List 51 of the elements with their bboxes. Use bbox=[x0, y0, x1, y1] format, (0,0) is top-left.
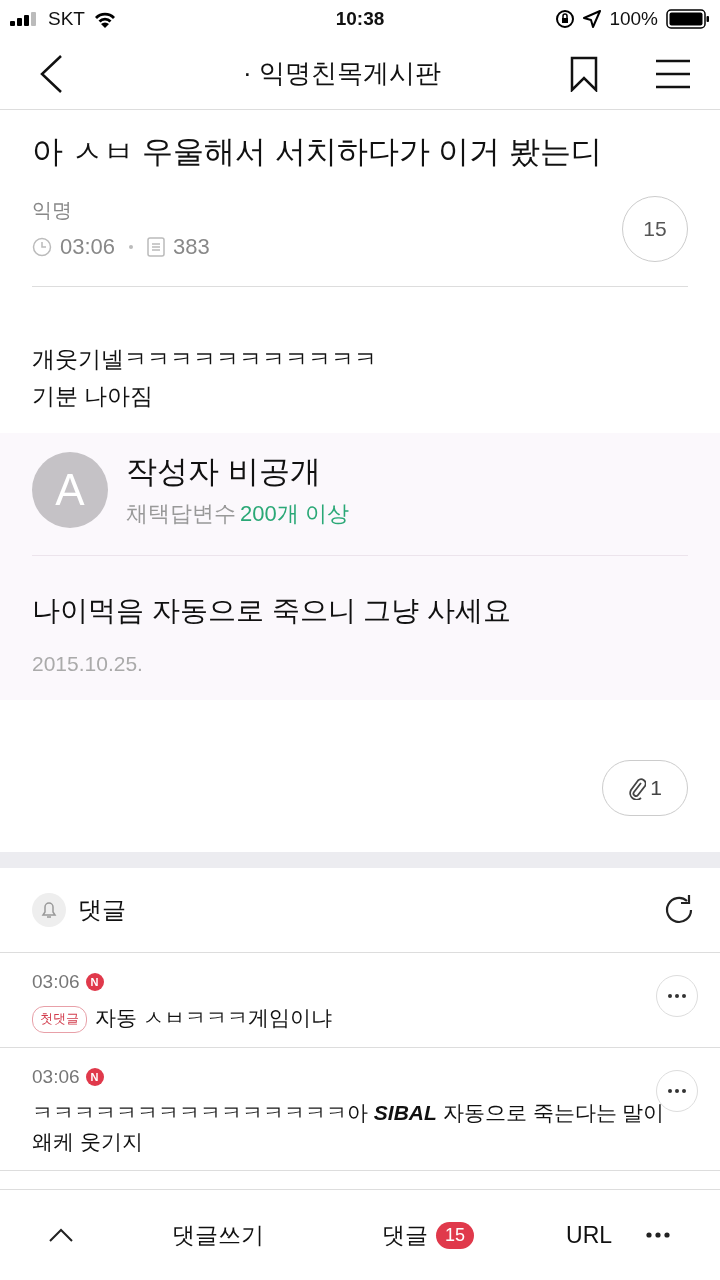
carrier-name: SKT bbox=[48, 8, 85, 30]
new-badge: N bbox=[85, 973, 104, 991]
body-text: 기분 나아짐 bbox=[32, 382, 155, 412]
board-title: · 익명친목게시판 bbox=[242, 57, 442, 90]
body-text: 개웃기넬ㅋㅋㅋㅋㅋㅋㅋㅋㅋㅋㅋ bbox=[32, 345, 378, 375]
author-name: 익명 bbox=[32, 198, 73, 224]
write-comment-button[interactable]: 댓글쓰기 bbox=[172, 1219, 264, 1251]
scroll-top-button[interactable] bbox=[48, 1227, 74, 1243]
new-badge: N bbox=[85, 1067, 104, 1086]
post-time: 03:06 bbox=[60, 234, 116, 261]
more-button[interactable] bbox=[646, 1232, 670, 1238]
bookmark-icon bbox=[570, 55, 598, 92]
comment-text: 자동 ㅅㅂㅋㅋㅋ게임이냐 bbox=[95, 1006, 332, 1029]
battery-percent: 100% bbox=[609, 8, 658, 30]
back-button[interactable] bbox=[38, 53, 64, 94]
separator-dot bbox=[129, 245, 134, 250]
comment-count-badge: 15 bbox=[436, 1221, 475, 1249]
battery-icon bbox=[666, 9, 710, 29]
document-icon bbox=[147, 237, 166, 258]
url-button[interactable]: URL bbox=[566, 1221, 613, 1249]
comment-count-badge[interactable]: 15 bbox=[622, 196, 688, 263]
comments-label: 댓글 bbox=[382, 1220, 428, 1250]
menu-button[interactable] bbox=[656, 58, 690, 89]
location-icon bbox=[583, 10, 602, 28]
comment-time: 03:06 bbox=[32, 971, 80, 993]
paperclip-icon bbox=[628, 776, 647, 800]
view-count: 383 bbox=[173, 234, 210, 261]
first-comment-badge: 첫댓글 bbox=[32, 1006, 87, 1033]
post-title: 아 ㅅㅂ 우울해서 서치하다가 이거 봤는디 bbox=[32, 133, 604, 171]
more-icon bbox=[668, 1088, 686, 1093]
more-icon bbox=[646, 1232, 670, 1238]
comments-button[interactable]: 댓글 15 bbox=[382, 1219, 475, 1251]
bell-icon bbox=[32, 893, 66, 927]
comment-time: 03:06 bbox=[32, 1065, 80, 1088]
attachment-button[interactable]: 1 bbox=[602, 760, 688, 816]
clock-time: 10:38 bbox=[335, 8, 385, 30]
chevron-up-icon bbox=[48, 1227, 74, 1243]
comment-text: ㅋㅋㅋㅋㅋㅋㅋㅋㅋㅋㅋㅋㅋㅋㅋ아 SIBAL 자동으로 죽는다는 말이 왜케 웃기지 bbox=[32, 1100, 665, 1153]
comments-heading: 댓글 bbox=[78, 895, 127, 925]
back-icon bbox=[38, 53, 64, 94]
menu-icon bbox=[656, 58, 690, 89]
bookmark-button[interactable] bbox=[570, 55, 598, 92]
avatar: A bbox=[32, 451, 108, 528]
stat-label: 채택답변수 bbox=[126, 499, 236, 528]
stat-value: 200개 이상 bbox=[240, 499, 349, 528]
answer-text: 나이먹음 자동으로 죽으니 그냥 사세요 bbox=[32, 593, 513, 628]
clock-icon bbox=[32, 237, 52, 258]
rotation-lock-icon bbox=[555, 9, 576, 29]
answer-date: 2015.10.25. bbox=[32, 651, 144, 676]
answer-author: 작성자 비공개 bbox=[126, 452, 322, 491]
more-icon bbox=[668, 994, 686, 998]
